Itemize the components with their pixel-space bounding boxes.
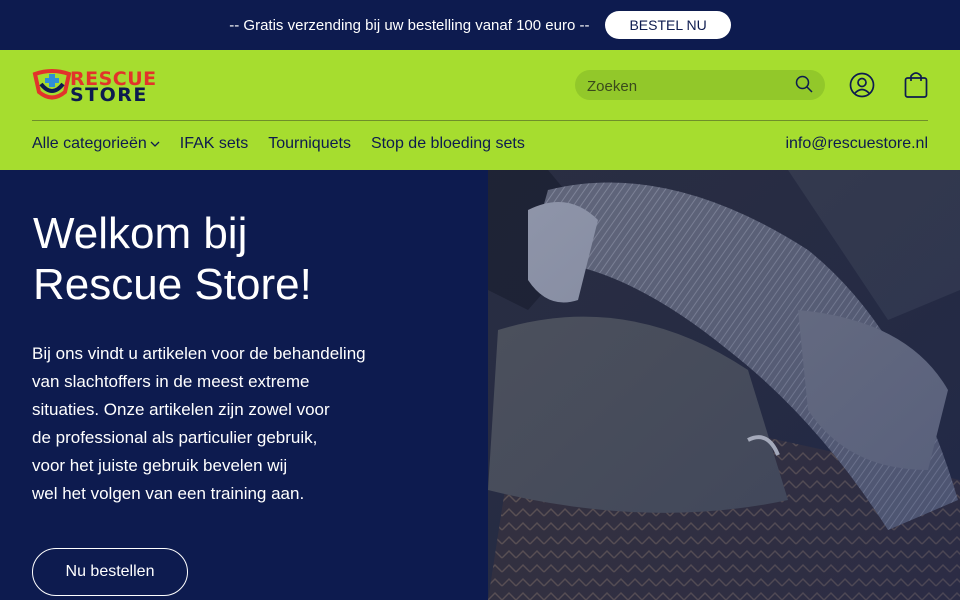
site-header: RESCUE STORE Alle categorieën bbox=[0, 50, 960, 170]
search-box bbox=[575, 70, 825, 102]
hero-description-line: voor het juiste gebruik bevelen wij bbox=[32, 456, 288, 475]
hero-title-line2: Rescue Store! bbox=[33, 260, 312, 309]
search-input[interactable] bbox=[585, 70, 789, 102]
logo-text-store: STORE bbox=[70, 84, 148, 106]
search-icon[interactable] bbox=[795, 75, 813, 98]
logo-emblem-icon bbox=[32, 69, 72, 100]
nav-item-stop-bleeding-sets[interactable]: Stop de bloeding sets bbox=[371, 135, 525, 153]
hero-content: Welkom bij Rescue Store! Bij ons vindt u… bbox=[0, 170, 488, 600]
email-link[interactable]: info@rescuestore.nl bbox=[785, 135, 928, 153]
logo[interactable]: RESCUE STORE bbox=[32, 66, 158, 106]
hero-description: Bij ons vindt u artikelen voor de behand… bbox=[32, 340, 412, 508]
nav-item-label: Alle categorieën bbox=[32, 135, 147, 152]
order-button[interactable]: Nu bestellen bbox=[32, 548, 188, 596]
chevron-down-icon bbox=[150, 141, 160, 147]
announcement-text: -- Gratis verzending bij uw bestelling v… bbox=[229, 16, 590, 34]
hero-description-line: van slachtoffers in de meest extreme bbox=[32, 372, 310, 391]
shopping-bag-icon[interactable] bbox=[904, 71, 928, 104]
hero-photo bbox=[488, 170, 960, 600]
order-now-button[interactable]: BESTEL NU bbox=[605, 11, 731, 39]
hero-image bbox=[488, 170, 960, 600]
hero-description-line: de professional als particulier gebruik, bbox=[32, 428, 318, 447]
hero-description-line: wel het volgen van een training aan. bbox=[32, 484, 305, 503]
hero-title: Welkom bij Rescue Store! bbox=[33, 208, 453, 310]
main-nav: Alle categorieën IFAK sets Tourniquets S… bbox=[32, 135, 525, 153]
hero-title-line1: Welkom bij bbox=[33, 209, 248, 258]
header-divider bbox=[32, 120, 928, 121]
nav-item-ifak-sets[interactable]: IFAK sets bbox=[180, 135, 248, 153]
nav-item-all-categories[interactable]: Alle categorieën bbox=[32, 135, 160, 153]
hero-description-line: situaties. Onze artikelen zijn zowel voo… bbox=[32, 400, 330, 419]
announcement-bar: -- Gratis verzending bij uw bestelling v… bbox=[0, 0, 960, 50]
account-icon[interactable] bbox=[849, 72, 875, 103]
hero-description-line: Bij ons vindt u artikelen voor de behand… bbox=[32, 344, 366, 363]
nav-item-tourniquets[interactable]: Tourniquets bbox=[268, 135, 351, 153]
